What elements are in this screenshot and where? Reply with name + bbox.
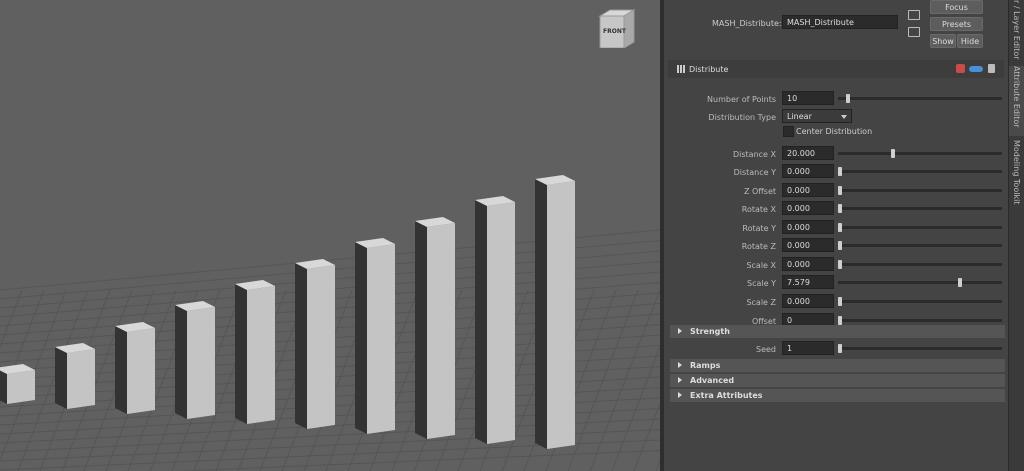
row-slider-track[interactable] (838, 263, 1002, 266)
row-label: Scale Z (746, 298, 776, 307)
tab-layer-editor[interactable]: r / Layer Editor (1009, 0, 1024, 64)
strength-label: Strength (690, 327, 730, 336)
row-value-field[interactable]: 7.579 (782, 275, 834, 289)
expand-triangle-icon (678, 362, 682, 368)
toggle-icon[interactable] (969, 66, 983, 72)
side-tab-strip: r / Layer Editor Attribute Editor Modeli… (1008, 0, 1024, 471)
mash-bar[interactable] (475, 196, 515, 444)
row-slider-handle[interactable] (838, 167, 842, 176)
mash-bar[interactable] (415, 217, 455, 439)
row-value-field[interactable]: 0.000 (782, 238, 834, 252)
row-slider-handle[interactable] (838, 260, 842, 269)
seed-slider-handle[interactable] (838, 344, 842, 353)
seed-label: Seed (756, 345, 776, 354)
help-icon[interactable] (956, 64, 965, 73)
mash-bar[interactable] (115, 322, 155, 414)
row-slider-handle[interactable] (838, 297, 842, 306)
row-value-field[interactable]: 0.000 (782, 164, 834, 178)
collapsed-section-label: Advanced (690, 376, 735, 385)
center-distribution-checkbox[interactable] (783, 126, 794, 137)
collapsed-section[interactable]: Advanced (670, 374, 1005, 387)
focus-button[interactable]: Focus (930, 0, 983, 14)
row-label: Distance Y (733, 168, 776, 177)
mash-bar[interactable] (55, 343, 95, 409)
viewport-3d[interactable]: FRONT (0, 0, 660, 471)
seed-slider-track[interactable] (838, 347, 1002, 350)
expand-triangle-icon (678, 392, 682, 398)
viewcube[interactable]: FRONT (598, 8, 636, 48)
row-slider-track[interactable] (838, 152, 1002, 155)
row-label: Number of Points (707, 95, 776, 104)
load-selected-icon[interactable] (908, 10, 920, 20)
row-label: Distance X (732, 150, 776, 159)
row-value-field[interactable]: 0.000 (782, 201, 834, 215)
distribute-node-icon (677, 65, 685, 73)
trash-icon[interactable] (988, 64, 995, 73)
node-name-field[interactable]: MASH_Distribute (782, 15, 898, 29)
row-value-field[interactable]: 0.000 (782, 257, 834, 271)
distribute-section-header[interactable]: Distribute (668, 60, 1004, 78)
row-slider-track[interactable] (838, 207, 1002, 210)
row-value-field[interactable]: 20.000 (782, 146, 834, 160)
node-name-label: MASH_Distribute: (712, 19, 782, 28)
row-slider-handle[interactable] (838, 204, 842, 213)
viewport-scene (0, 175, 660, 471)
row-slider-track[interactable] (838, 281, 1002, 284)
mash-bar[interactable] (235, 280, 275, 424)
row-slider-track[interactable] (838, 189, 1002, 192)
row-label: Rotate X (741, 205, 776, 214)
presets-button[interactable]: Presets (930, 17, 983, 31)
row-label: Scale X (746, 261, 776, 270)
mash-bar[interactable] (175, 301, 215, 419)
viewcube-front-label: FRONT (603, 28, 626, 35)
row-slider-track[interactable] (838, 97, 1002, 100)
center-distribution-label: Center Distribution (796, 127, 873, 136)
collapsed-section[interactable]: Extra Attributes (670, 389, 1005, 402)
expand-triangle-icon (678, 328, 682, 334)
row-value-field[interactable]: 10 (782, 91, 834, 105)
expand-triangle-icon (678, 377, 682, 383)
mash-bar[interactable] (0, 364, 35, 404)
row-slider-track[interactable] (838, 244, 1002, 247)
row-label: Rotate Z (741, 242, 776, 251)
row-slider-track[interactable] (838, 319, 1002, 322)
row-value-field[interactable]: 0.000 (782, 183, 834, 197)
seed-field[interactable]: 1 (782, 341, 834, 355)
row-slider-handle[interactable] (838, 316, 842, 325)
row-slider-track[interactable] (838, 170, 1002, 173)
section-title: Distribute (689, 65, 729, 74)
row-slider-handle[interactable] (890, 149, 895, 158)
copy-tab-icon[interactable] (908, 27, 920, 37)
mash-bar[interactable] (535, 175, 575, 449)
tab-modeling-toolkit[interactable]: Modeling Toolkit (1009, 140, 1024, 212)
hide-button[interactable]: Hide (957, 34, 983, 48)
row-slider-handle[interactable] (958, 278, 962, 287)
row-label: Z Offset (743, 187, 776, 196)
row-label: Scale Y (747, 279, 776, 288)
mash-bar[interactable] (295, 259, 335, 429)
strength-section[interactable]: Strength (670, 325, 1005, 338)
chevron-down-icon (841, 115, 847, 119)
mash-bar[interactable] (355, 238, 395, 434)
show-button[interactable]: Show (930, 34, 956, 48)
row-slider-handle[interactable] (838, 186, 842, 195)
row-slider-track[interactable] (838, 300, 1002, 303)
row-label: Rotate Y (742, 224, 776, 233)
distribution-type-dropdown[interactable]: Linear (782, 109, 852, 123)
collapsed-section-label: Extra Attributes (690, 391, 763, 400)
row-slider-handle[interactable] (846, 94, 850, 103)
row-slider-handle[interactable] (838, 223, 842, 232)
row-value-field[interactable]: 0.000 (782, 220, 834, 234)
row-slider-handle[interactable] (838, 241, 842, 250)
collapsed-section-label: Ramps (690, 361, 721, 370)
tab-attribute-editor[interactable]: Attribute Editor (1009, 66, 1024, 136)
row-label: Distribution Type (708, 113, 776, 122)
row-slider-track[interactable] (838, 226, 1002, 229)
row-value-field[interactable]: 0.000 (782, 294, 834, 308)
collapsed-section[interactable]: Ramps (670, 359, 1005, 372)
